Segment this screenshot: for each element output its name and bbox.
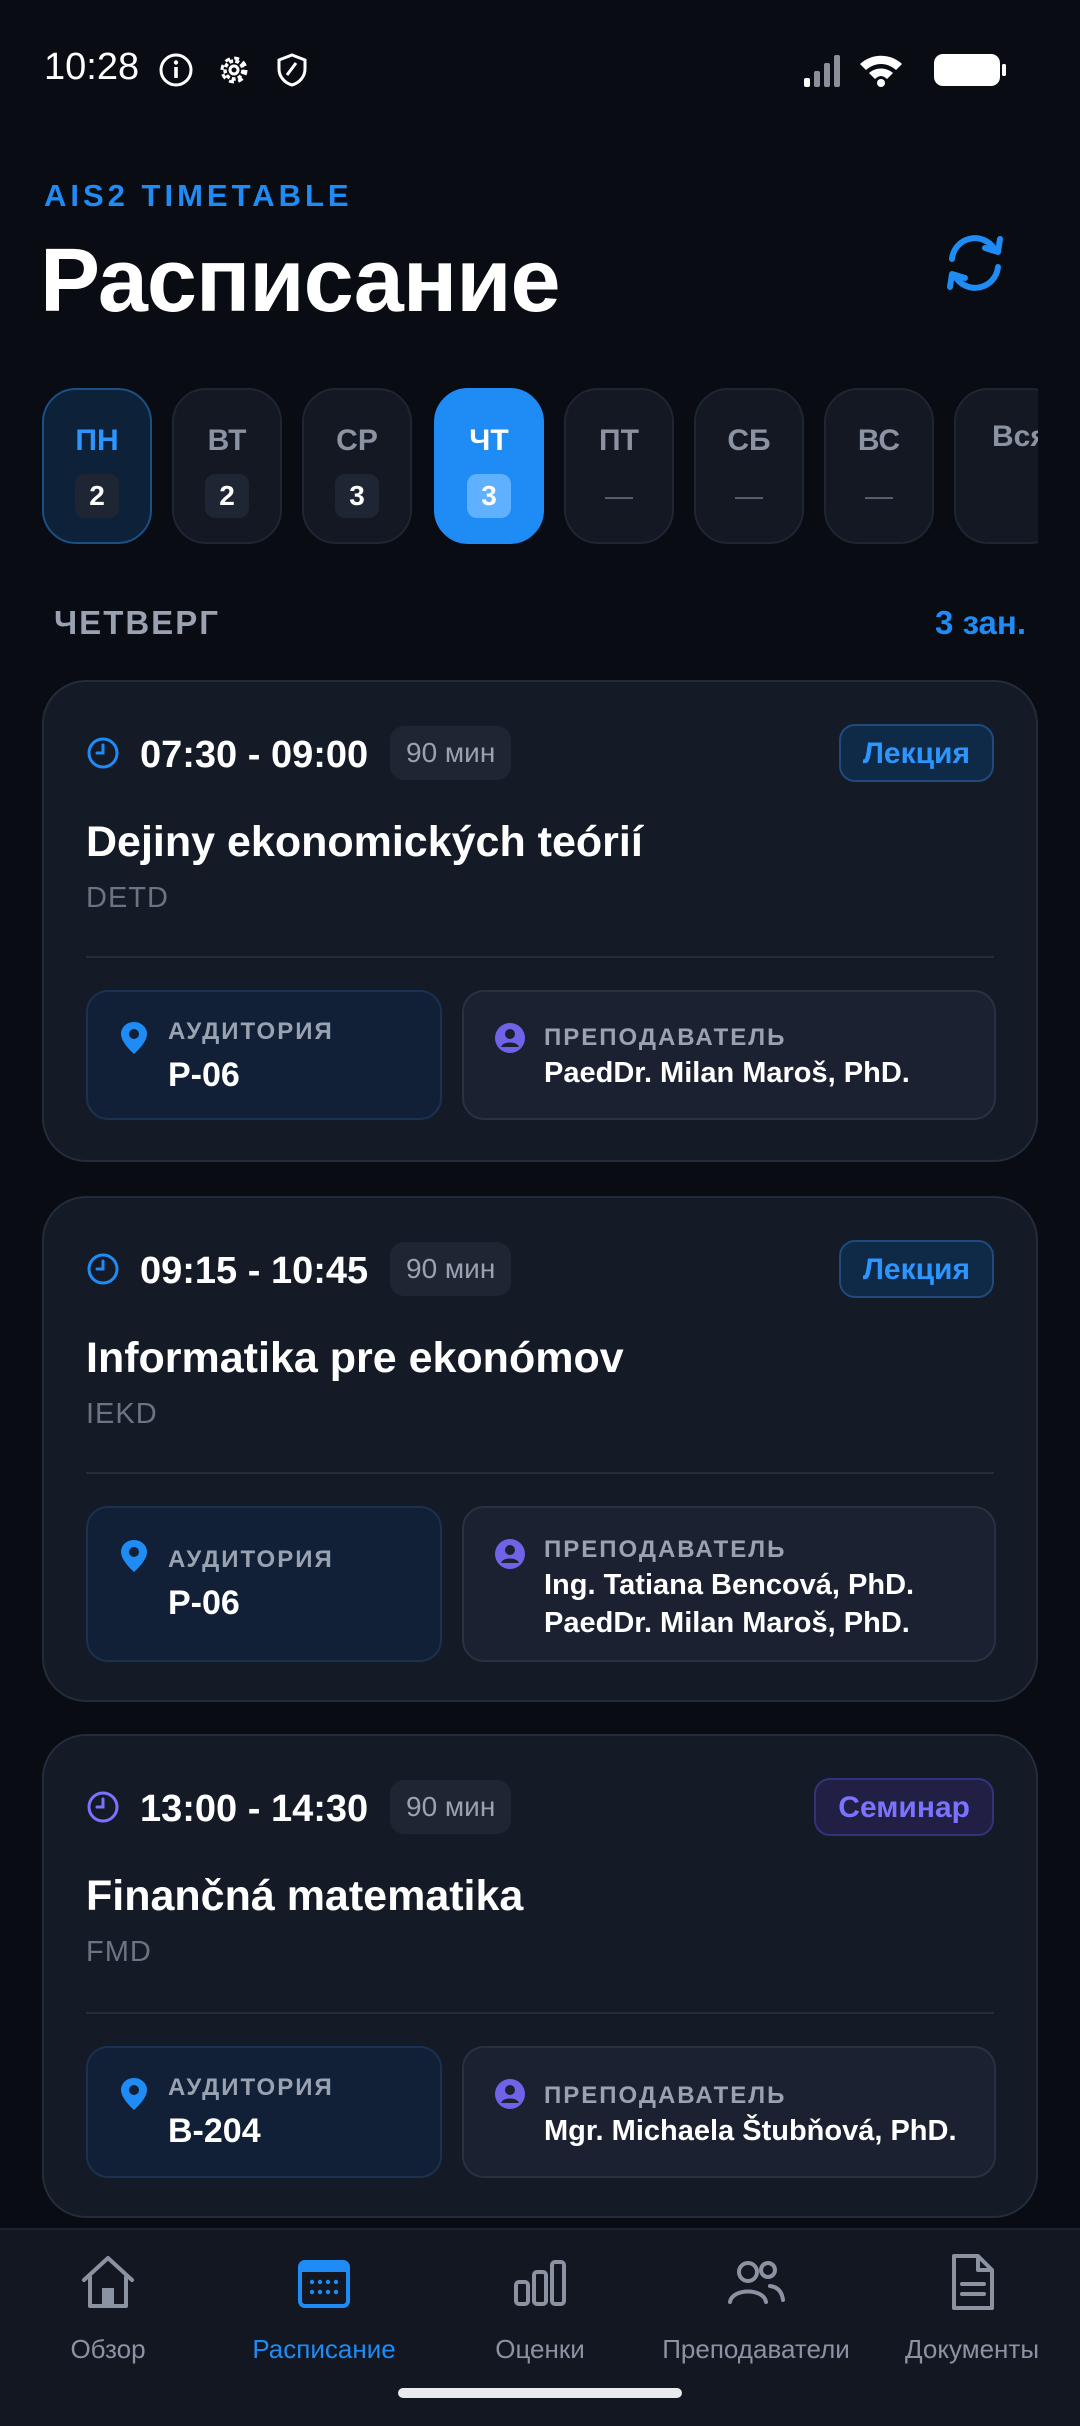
room-box: АУДИТОРИЯ P-06 [86,1506,442,1662]
lesson-time: 13:00 - 14:30 [140,1788,369,1830]
room-label: АУДИТОРИЯ [168,1546,334,1573]
gear-icon [220,56,248,84]
teacher-label: ПРЕПОДАВАТЕЛЬ [544,2082,787,2109]
room-value: B-204 [168,2112,261,2150]
person-icon [495,1539,525,1569]
lesson-duration: 90 мин [390,1780,512,1834]
day-count: — [865,480,893,511]
lesson-name: Dejiny ekonomických teórií [86,818,643,866]
day-count: 3 [335,474,379,518]
nav-item-overview[interactable]: Обзор [0,2230,216,2426]
lesson-type-badge: Лекция [838,1240,994,1298]
divider [86,2012,994,2014]
page-title: Расписание [40,231,561,331]
lesson-time: 09:15 - 10:45 [140,1250,369,1292]
lesson-duration: 90 мин [390,726,512,780]
day-count: 2 [205,474,249,518]
teacher-name: Mgr. Michaela Štubňová, PhD. [544,2115,957,2147]
refresh-icon[interactable] [940,228,1010,298]
person-icon [495,2079,525,2109]
lesson-card[interactable]: 07:30 - 09:00 90 мин Лекция Dejiny ekono… [42,680,1038,1162]
home-icon [82,2256,134,2308]
day-label: ЧТ [469,424,509,457]
lesson-code: IEKD [86,1398,158,1430]
teacher-box: ПРЕПОДАВАТЕЛЬ Mgr. Michaela Štubňová, Ph… [462,2046,996,2178]
nav-label: Обзор [70,2334,146,2364]
room-label: АУДИТОРИЯ [168,2074,334,2101]
day-count: — [735,480,763,511]
lesson-name: Finančná matematika [86,1872,524,1920]
room-value: P-06 [168,1584,240,1622]
wifi-icon [860,55,902,87]
lesson-code: FMD [86,1936,152,1968]
status-bar: 10:28 [0,0,1080,140]
day-label: ВТ [207,424,247,457]
nav-item-documents[interactable]: Документы [864,2230,1080,2426]
teacher-name: PaedDr. Milan Maroš, PhD. [544,1057,910,1089]
tab-day-tue[interactable]: ВТ 2 [172,388,282,544]
room-value: P-06 [168,1056,240,1094]
lesson-card[interactable]: 09:15 - 10:45 90 мин Лекция Informatika … [42,1196,1038,1702]
day-count: 3 [467,474,511,518]
day-label: ВС [857,424,901,457]
tab-day-sun[interactable]: ВС — [824,388,934,544]
home-indicator[interactable] [398,2388,682,2398]
day-count: — [605,480,633,511]
shield-icon [277,53,307,87]
tab-day-wed[interactable]: СР 3 [302,388,412,544]
lesson-type-badge: Семинар [814,1778,994,1836]
location-pin-icon [121,1540,147,1572]
clock-icon [87,1791,119,1823]
lesson-time: 07:30 - 09:00 [140,734,369,776]
day-label: ПТ [599,424,639,457]
divider [86,956,994,958]
nav-label: Расписание [252,2334,396,2364]
lesson-duration: 90 мин [390,1242,512,1296]
signal-icon [804,55,840,87]
lesson-name: Informatika pre ekonómov [86,1334,624,1382]
battery-icon [934,54,1006,86]
lesson-card[interactable]: 13:00 - 14:30 90 мин Семинар Finančná ma… [42,1734,1038,2218]
users-icon [728,2261,785,2304]
nav-label: Преподаватели [662,2334,850,2364]
tab-day-mon[interactable]: ПН 2 [42,388,152,544]
divider [86,1472,994,1474]
room-box: АУДИТОРИЯ B-204 [86,2046,442,2178]
section-day-label: ЧЕТВЕРГ [54,604,220,641]
tab-day-thu[interactable]: ЧТ 3 [434,388,544,544]
day-tabs: ПН 2 ВТ 2 СР 3 ЧТ 3 ПТ — СБ — ВС — Вся [42,388,1038,548]
room-box: АУДИТОРИЯ P-06 [86,990,442,1120]
person-icon [495,1023,525,1053]
clock-icon [87,1253,119,1285]
day-label: СБ [727,424,771,457]
calendar-icon [298,2260,350,2308]
teacher-name: PaedDr. Milan Maroš, PhD. [544,1607,910,1639]
teacher-box: ПРЕПОДАВАТЕЛЬ PaedDr. Milan Maroš, PhD. [462,990,996,1120]
teacher-label: ПРЕПОДАВАТЕЛЬ [544,1024,787,1051]
lesson-type-badge: Лекция [838,724,994,782]
nav-label: Документы [904,2334,1040,2364]
tab-day-fri[interactable]: ПТ — [564,388,674,544]
location-pin-icon [121,2078,147,2110]
teacher-name: Ing. Tatiana Bencová, PhD. [544,1569,915,1601]
info-icon [159,53,193,87]
tab-day-sat[interactable]: СБ — [694,388,804,544]
section-lesson-count: 3 зан. [935,604,1026,641]
day-label: СР [336,424,378,457]
room-label: АУДИТОРИЯ [168,1018,334,1045]
tab-day-all[interactable]: Вся [954,388,1038,544]
teacher-label: ПРЕПОДАВАТЕЛЬ [544,1536,787,1563]
day-label: ПН [75,424,119,457]
teacher-box: ПРЕПОДАВАТЕЛЬ Ing. Tatiana Bencová, PhD.… [462,1506,996,1662]
lesson-code: DETD [86,882,169,914]
clock-icon [87,737,119,769]
location-pin-icon [121,1022,147,1054]
app-subtitle: AIS2 TIMETABLE [44,178,353,213]
day-label: Вся [992,420,1038,453]
day-count: 2 [75,474,119,518]
bar-chart-icon [514,2260,566,2306]
document-icon [952,2254,994,2310]
nav-label: Оценки [495,2334,585,2364]
status-time: 10:28 [44,46,140,88]
